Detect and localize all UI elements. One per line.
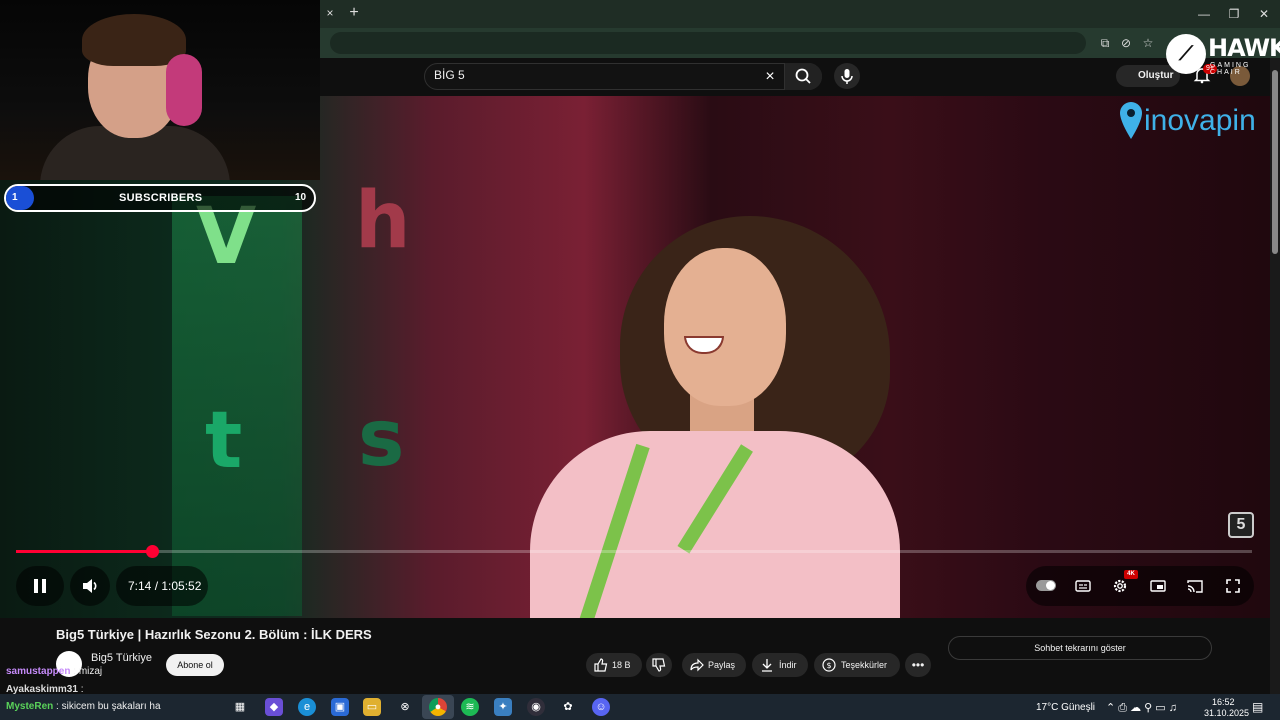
svg-text:$: $ <box>826 661 831 670</box>
subscriber-goal-progress <box>6 186 34 210</box>
thanks-label: Teşekkürler <box>841 660 888 670</box>
sponsor-inovapin: inovapin <box>1144 104 1256 137</box>
headset <box>166 54 202 126</box>
miniplayer-icon <box>1150 580 1166 592</box>
chat-username: samustappen <box>6 666 71 677</box>
background-letter: t <box>205 396 243 486</box>
gear-icon <box>1113 579 1127 593</box>
thanks-dollar-icon: $ <box>822 658 836 672</box>
obs-icon[interactable]: ◉ <box>527 698 545 716</box>
clear-search-icon[interactable]: × <box>761 68 779 86</box>
background-letter: s <box>358 394 405 484</box>
background-letter: h <box>355 176 411 266</box>
store-icon[interactable]: ▣ <box>331 698 349 716</box>
controls-right-pill <box>1026 566 1254 606</box>
tray-icons[interactable]: ⌃ ⎙ ☁ ⚲ ▭ ♫ <box>1106 701 1177 715</box>
download-icon <box>762 659 772 672</box>
fullscreen-icon <box>1226 579 1240 593</box>
subscribe-button[interactable]: Abone ol <box>166 654 224 676</box>
address-bar[interactable] <box>330 32 1086 54</box>
chat-message: samustappen : mizaj <box>6 666 102 677</box>
clock-date[interactable]: 31.10.2025 <box>1204 708 1249 718</box>
hawk-logo-icon: ⟋ <box>1166 34 1206 74</box>
fullscreen-button[interactable] <box>1224 577 1242 595</box>
chat-separator: : <box>70 666 79 677</box>
eye-off-icon[interactable]: ⊘ <box>1118 35 1134 51</box>
create-button[interactable]: Oluştur <box>1116 65 1180 87</box>
star-bookmark-icon[interactable]: ☆ <box>1140 35 1156 51</box>
clock-time[interactable]: 16:52 <box>1212 697 1235 707</box>
chat-separator: : <box>53 701 62 712</box>
autoplay-toggle-knob <box>1046 581 1055 590</box>
progress-bar[interactable] <box>16 550 1252 553</box>
edge-icon[interactable]: e <box>298 698 316 716</box>
show-chat-replay-button[interactable]: Sohbet tekrarını göster <box>948 636 1212 660</box>
app-icon[interactable]: ✿ <box>559 698 577 716</box>
cast-button[interactable] <box>1186 577 1204 595</box>
chat-message: MysteRen : sikicem bu şakaları ha <box>6 701 161 712</box>
miniplayer-button[interactable] <box>1149 577 1167 595</box>
search-query: BİG 5 <box>434 68 465 82</box>
subscriber-goal-label: SUBSCRIBERS <box>119 192 203 204</box>
quality-badge: 4K <box>1124 570 1138 579</box>
person-shirt <box>530 431 900 618</box>
cast-icon <box>1187 580 1203 593</box>
new-tab-button[interactable]: + <box>346 4 362 22</box>
video-title: Big5 Türkiye | Hazırlık Sezonu 2. Bölüm … <box>56 627 372 642</box>
xbox-icon[interactable]: ⊗ <box>396 698 414 716</box>
voice-search-button[interactable] <box>834 63 860 89</box>
weather-widget[interactable]: 17°C Güneşli <box>1036 702 1095 713</box>
search-icon <box>795 68 811 84</box>
subscriber-goal-target: 10 <box>295 192 307 203</box>
volume-icon <box>83 579 97 593</box>
pause-icon <box>34 579 46 593</box>
subscriber-goal-current: 1 <box>12 192 18 203</box>
scrubber-handle[interactable] <box>146 545 159 558</box>
close-tab-icon[interactable]: × <box>323 6 337 20</box>
time-display: 7:14 / 1:05:52 <box>128 579 202 593</box>
channel-watermark: 5 <box>1228 512 1254 538</box>
copilot-icon[interactable]: ◆ <box>265 698 283 716</box>
chrome-icon[interactable]: ● <box>429 698 447 716</box>
scrollbar-thumb[interactable] <box>1272 70 1278 254</box>
chat-username: MysteRen <box>6 701 54 712</box>
streamer-webcam <box>0 0 320 180</box>
pause-button[interactable] <box>28 574 52 598</box>
more-actions-button[interactable]: ••• <box>905 653 931 677</box>
channel-name[interactable]: Big5 Türkiye <box>91 652 152 664</box>
restore-button[interactable]: ❐ <box>1226 6 1242 22</box>
search-button[interactable] <box>784 63 822 90</box>
notification-center-icon[interactable]: ▤ <box>1252 700 1263 714</box>
progress-played <box>16 550 152 553</box>
more-icon: ••• <box>911 658 925 672</box>
app-icon[interactable]: ✦ <box>494 698 512 716</box>
download-label: İndir <box>779 660 797 670</box>
location-pin-icon <box>1120 102 1142 139</box>
browser-tab-strip <box>320 0 1280 28</box>
discord-icon[interactable]: ☺ <box>592 698 610 716</box>
close-window-button[interactable]: ✕ <box>1256 6 1272 22</box>
install-app-icon[interactable]: ⧉ <box>1097 35 1113 51</box>
file-explorer-icon[interactable]: ▭ <box>363 698 381 716</box>
mute-button[interactable] <box>79 575 101 597</box>
dislike-button[interactable] <box>646 653 672 677</box>
like-count: 18 B <box>612 660 631 670</box>
thumbs-up-icon <box>594 658 608 672</box>
spotify-icon[interactable]: ≋ <box>461 698 479 716</box>
task-view-icon[interactable]: ▦ <box>231 698 249 716</box>
chat-text: sikicem bu şakaları ha <box>61 701 161 712</box>
share-label: Paylaş <box>708 660 736 670</box>
subtitles-button[interactable] <box>1074 577 1092 595</box>
person-face <box>664 248 786 406</box>
share-icon <box>690 658 704 672</box>
minimize-button[interactable]: — <box>1196 6 1212 22</box>
chat-text: mizaj <box>78 666 103 677</box>
captions-icon <box>1075 580 1091 592</box>
microphone-icon <box>841 69 853 84</box>
thumbs-down-icon <box>652 658 666 672</box>
settings-button[interactable] <box>1111 577 1129 595</box>
